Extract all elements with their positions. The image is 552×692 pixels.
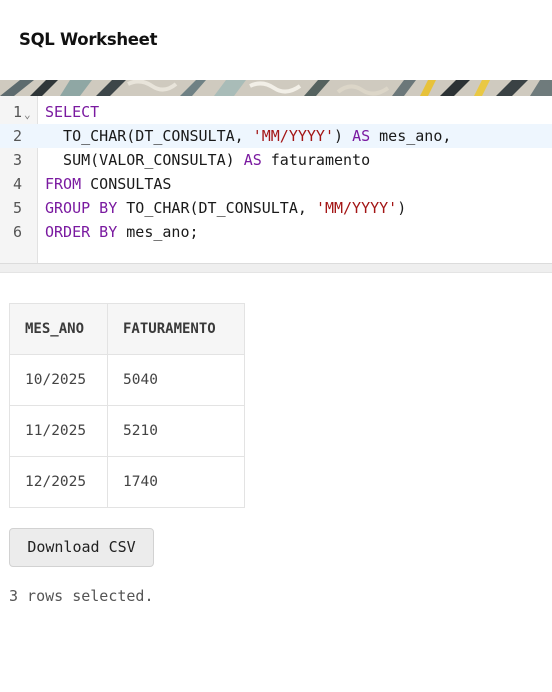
cell-mes-ano: 10/2025 xyxy=(9,354,108,406)
cell-faturamento: 1740 xyxy=(107,456,245,508)
line-number: 1 xyxy=(12,103,22,121)
line-number: 4 xyxy=(12,175,22,193)
page-title: SQL Worksheet xyxy=(19,30,158,49)
editor-line-active[interactable]: 2 TO_CHAR(DT_CONSULTA, 'MM/YYYY') AS mes… xyxy=(0,124,552,148)
editor-line[interactable]: 6 ORDER BY mes_ano; xyxy=(0,220,552,244)
status-text: 3 rows selected. xyxy=(9,587,154,605)
code-line-2: TO_CHAR(DT_CONSULTA, 'MM/YYYY') AS mes_a… xyxy=(45,127,452,145)
code-line-4: FROM CONSULTAS xyxy=(45,175,172,193)
line-number: 3 xyxy=(12,151,22,169)
table-row: 12/2025 1740 xyxy=(9,456,245,508)
table-row: 10/2025 5040 xyxy=(9,354,245,406)
table-row: 11/2025 5210 xyxy=(9,405,245,457)
editor-line[interactable]: 1 ⌄ SELECT xyxy=(0,100,552,124)
code-line-5: GROUP BY TO_CHAR(DT_CONSULTA, 'MM/YYYY') xyxy=(45,199,407,217)
code-line-6: ORDER BY mes_ano; xyxy=(45,223,199,241)
code-line-1: SELECT xyxy=(45,103,100,121)
line-number: 6 xyxy=(12,223,22,241)
decorative-banner xyxy=(0,80,552,96)
line-number: 5 xyxy=(12,199,22,217)
editor-line[interactable]: 3 SUM(VALOR_CONSULTA) AS faturamento xyxy=(0,148,552,172)
pane-resize-handle[interactable] xyxy=(0,263,552,273)
cell-mes-ano: 11/2025 xyxy=(9,405,108,457)
banner-pattern xyxy=(0,80,552,96)
column-header-faturamento[interactable]: FATURAMENTO xyxy=(107,303,245,355)
cell-faturamento: 5040 xyxy=(107,354,245,406)
editor-line[interactable]: 4 FROM CONSULTAS xyxy=(0,172,552,196)
editor-line[interactable]: 5 GROUP BY TO_CHAR(DT_CONSULTA, 'MM/YYYY… xyxy=(0,196,552,220)
column-header-mes-ano[interactable]: MES_ANO xyxy=(9,303,108,355)
sql-editor[interactable]: 1 ⌄ SELECT 2 TO_CHAR(DT_CONSULTA, 'MM/YY… xyxy=(0,96,552,264)
cell-faturamento: 5210 xyxy=(107,405,245,457)
cell-mes-ano: 12/2025 xyxy=(9,456,108,508)
table-header-row: MES_ANO FATURAMENTO xyxy=(9,303,245,355)
line-number: 2 xyxy=(12,127,22,145)
code-line-3: SUM(VALOR_CONSULTA) AS faturamento xyxy=(45,151,371,169)
download-csv-button[interactable]: Download CSV xyxy=(9,528,154,567)
results-table: MES_ANO FATURAMENTO 10/2025 5040 11/2025… xyxy=(9,303,245,508)
